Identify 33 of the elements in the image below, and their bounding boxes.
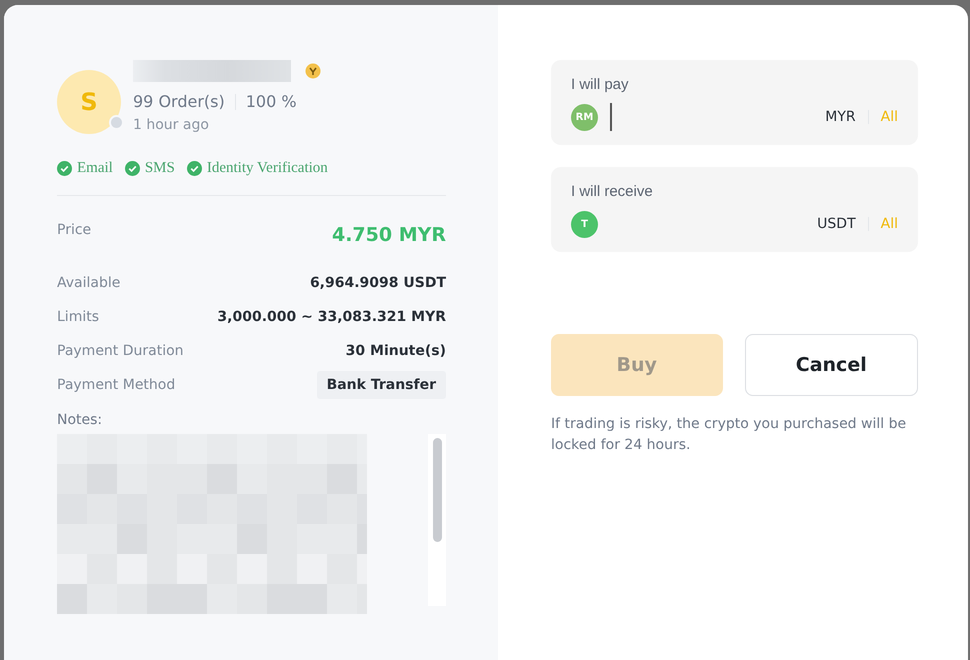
coin-icon: RM — [571, 104, 598, 130]
last-seen: 1 hour ago — [133, 117, 210, 133]
check-icon — [186, 161, 202, 176]
currency-label: MYR — [825, 109, 856, 125]
verification-label: SMS — [144, 160, 175, 177]
cancel-button[interactable]: Cancel — [744, 334, 918, 396]
field-label: I will receive — [571, 183, 654, 200]
currency-label: USDT — [817, 216, 856, 232]
amount-field[interactable]: I will pay RM MYR All — [551, 60, 918, 145]
check-icon — [124, 161, 140, 176]
verification-label: Identity Verification — [206, 160, 328, 177]
risk-notice: If trading is risky, the crypto you purchased will be locked for 24 hours. — [551, 415, 908, 455]
field-label: I will pay — [571, 76, 630, 93]
detail-label: Price — [57, 222, 92, 238]
detail-value: 6,964.9098 USDT — [310, 275, 446, 291]
check-icon — [57, 161, 72, 176]
payment-method-tag: Bank Transfer — [316, 371, 446, 399]
detail-label: Payment Method — [57, 377, 176, 393]
detail-label: Limits — [57, 309, 99, 325]
detail-value: 3,000.000 ~ 33,083.321 MYR — [217, 309, 446, 325]
notes-label: Notes: — [57, 412, 104, 428]
completion-rate: 100 % — [246, 92, 297, 111]
scrollbar[interactable] — [428, 434, 446, 606]
coin-icon: T — [571, 210, 598, 238]
order-count: 99 Order(s) — [133, 92, 225, 111]
detail-value: 30 Minute(s) — [346, 343, 446, 359]
verification-label: Email — [77, 160, 113, 177]
avatar: S — [57, 70, 121, 134]
price-value: 4.750 MYR — [332, 224, 446, 246]
merchant-badge-icon — [305, 63, 321, 79]
detail-label: Payment Duration — [57, 343, 184, 359]
amount-field[interactable]: I will receive T USDT All — [551, 167, 918, 252]
detail-label: Available — [57, 275, 120, 291]
